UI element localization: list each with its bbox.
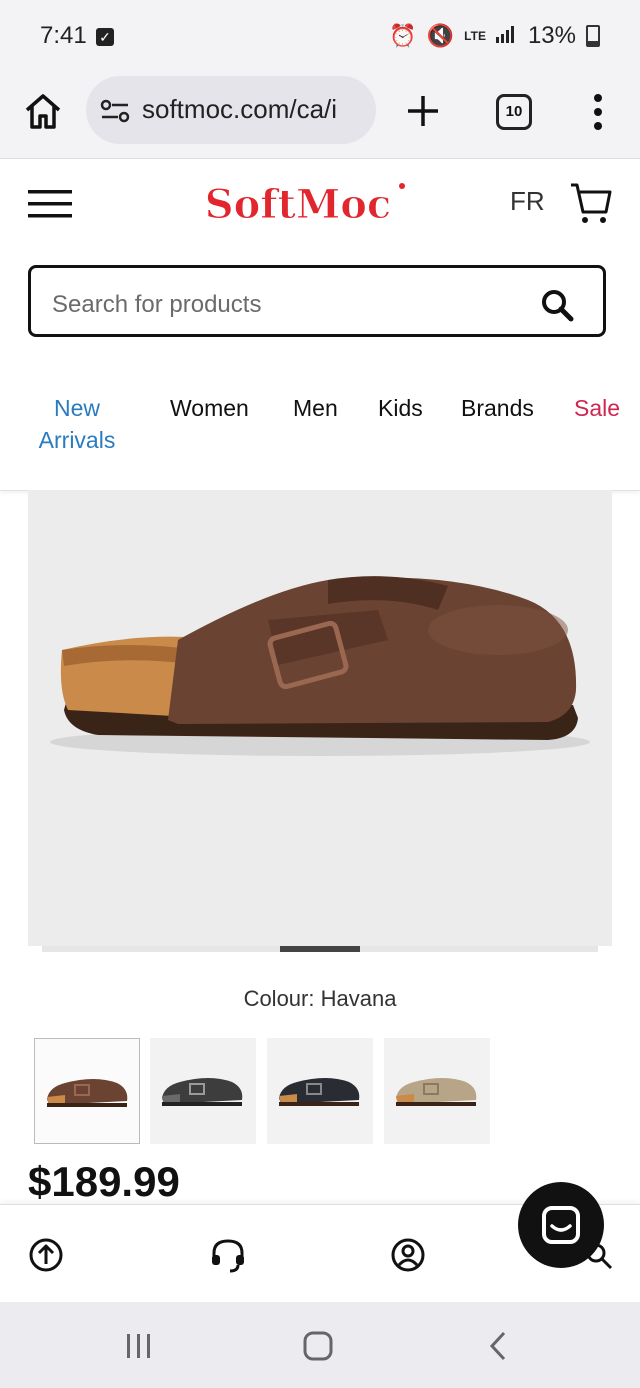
home-system-icon[interactable] (302, 1330, 334, 1362)
support-icon[interactable] (208, 1235, 248, 1275)
language-toggle[interactable]: FR (510, 186, 545, 217)
new-tab-icon[interactable] (404, 92, 442, 130)
home-icon[interactable] (22, 90, 64, 132)
site-settings-icon[interactable] (100, 96, 130, 126)
nav-brands[interactable]: Brands (461, 392, 534, 424)
account-icon[interactable] (390, 1237, 426, 1273)
clog-illustration (50, 576, 590, 756)
logo-text: SoftMoc (205, 181, 392, 228)
back-icon[interactable] (486, 1330, 510, 1362)
thumbnail-black[interactable] (267, 1038, 373, 1144)
cart-icon[interactable] (568, 180, 614, 226)
thumbnail-dark-grey[interactable] (150, 1038, 256, 1144)
chat-button[interactable] (518, 1182, 604, 1268)
search-input[interactable] (50, 284, 524, 326)
signal-icon (495, 23, 518, 49)
hamburger-menu-icon[interactable] (28, 190, 72, 218)
nav-new-arrivals[interactable]: New Arrivals (34, 392, 120, 456)
url-text: softmoc.com/ca/i (142, 94, 338, 124)
nav-kids[interactable]: Kids (378, 392, 423, 424)
nav-women[interactable]: Women (170, 392, 249, 424)
alarm-icon: ⏰ (389, 23, 417, 48)
softmoc-logo[interactable]: SoftMoc (188, 178, 408, 230)
nav-men[interactable]: Men (293, 392, 338, 424)
chat-icon (542, 1206, 580, 1244)
scroll-to-top-icon[interactable] (28, 1237, 64, 1273)
carousel-indicator[interactable] (280, 946, 360, 952)
product-price: $189.99 (28, 1158, 180, 1205)
notification-check-icon: ✓ (96, 28, 114, 46)
status-icons: ⏰ 🔇 LTE 13% (389, 22, 600, 50)
search-icon[interactable] (540, 288, 574, 322)
recent-apps-icon[interactable] (124, 1332, 154, 1360)
product-image[interactable] (28, 490, 612, 946)
thumbnail-havana[interactable] (34, 1038, 140, 1144)
more-options-icon[interactable] (588, 90, 608, 134)
colour-label: Colour: Havana (243, 986, 397, 1011)
network-label: LTE (464, 29, 486, 43)
nav-sale[interactable]: Sale (574, 392, 620, 424)
battery-icon (586, 25, 600, 47)
system-nav-bar (0, 1302, 640, 1388)
tab-switcher-button[interactable]: 10 (496, 94, 532, 130)
battery-percent: 13% (527, 22, 576, 49)
thumbnail-taupe[interactable] (384, 1038, 490, 1144)
mute-icon: 🔇 (426, 23, 455, 48)
status-time: 7:41 (40, 22, 87, 49)
